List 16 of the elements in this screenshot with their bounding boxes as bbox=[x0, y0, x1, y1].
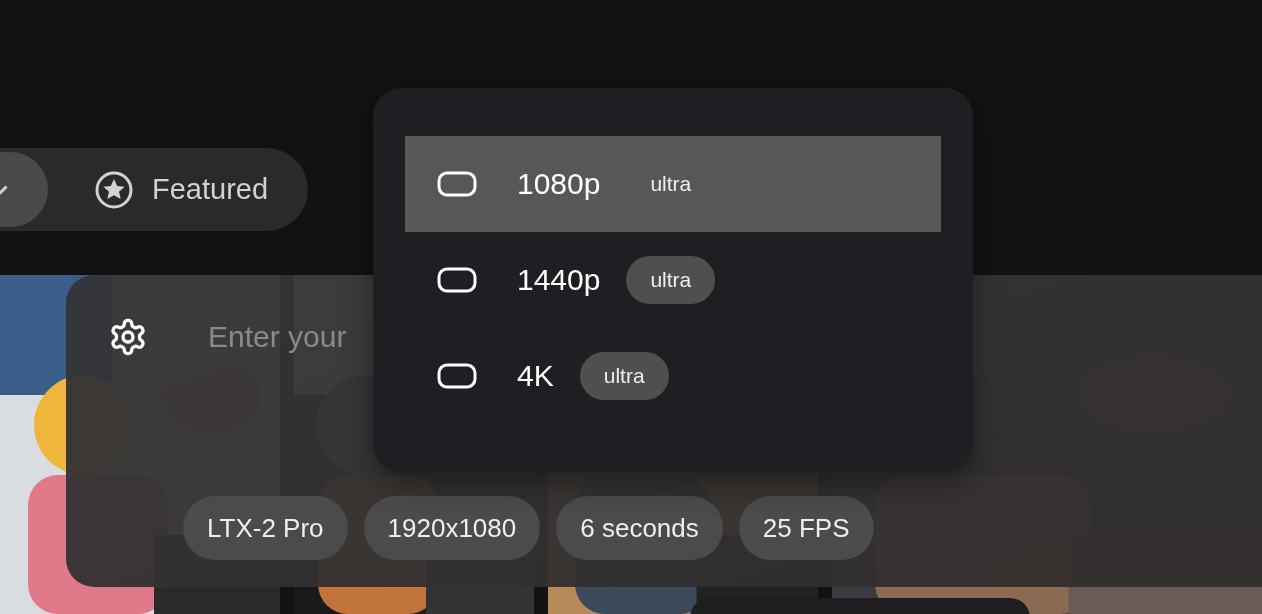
resolution-label: 1080p bbox=[517, 167, 601, 201]
settings-icon[interactable] bbox=[108, 317, 148, 357]
aspect-ratio-icon bbox=[437, 171, 477, 197]
setting-chip[interactable]: LTX-2 Pro bbox=[183, 496, 348, 560]
quality-badge: ultra bbox=[579, 352, 669, 400]
setting-chip[interactable]: 25 FPS bbox=[738, 496, 874, 560]
resolution-option[interactable]: 1080p ultra bbox=[405, 136, 941, 232]
aspect-ratio-icon bbox=[437, 363, 477, 389]
resolution-label: 1440p bbox=[517, 263, 601, 297]
check-icon bbox=[0, 184, 8, 195]
filter-pill[interactable]: Featured bbox=[94, 152, 269, 227]
resolution-label: 4K bbox=[517, 359, 554, 393]
quality-badge: ultra bbox=[626, 256, 716, 304]
setting-chip[interactable]: 6 seconds bbox=[556, 496, 723, 560]
setting-chip[interactable]: 1920x1080 bbox=[363, 496, 541, 560]
aspect-ratio-icon bbox=[437, 267, 477, 293]
